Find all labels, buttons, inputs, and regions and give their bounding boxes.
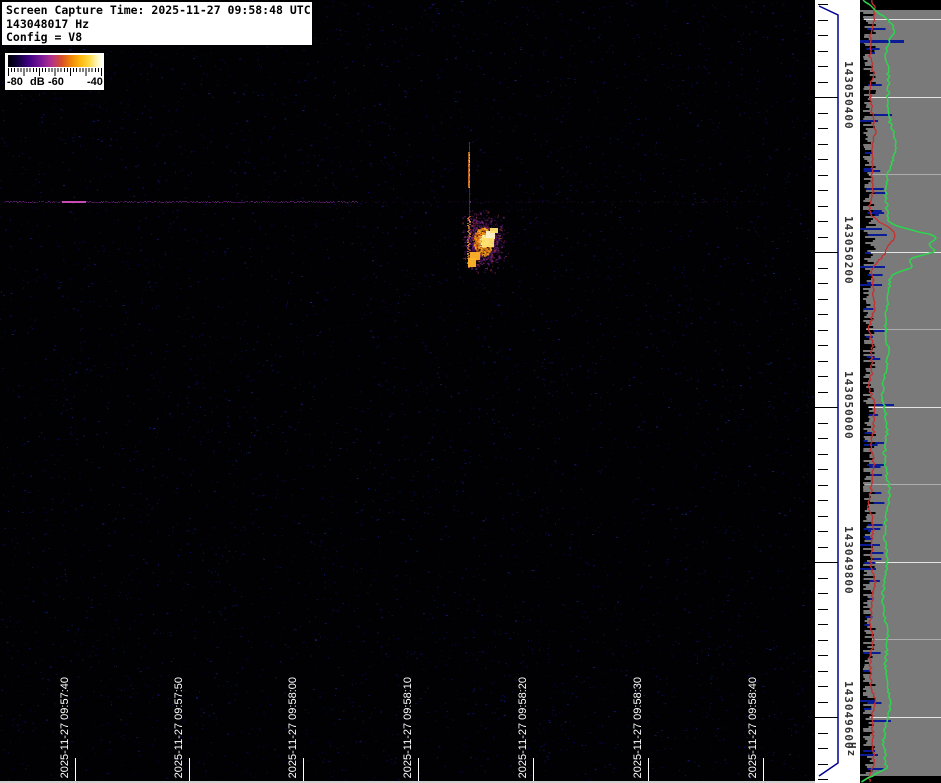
capture-time-text: Screen Capture Time: 2025-11-27 09:58:48…: [6, 4, 308, 18]
live-spectrum-panel-canvas: [860, 0, 941, 783]
colorbar-label-unit: dB: [30, 76, 45, 89]
colorbar-label-max: -40: [87, 76, 103, 89]
config-text: Config = V8: [6, 31, 308, 45]
spectrogram-app-window: 2025-11-27 09:57:402025-11-27 09:57:5020…: [0, 0, 941, 783]
colorbar-minor-ticks: [8, 68, 102, 72]
colorbar-label-mid: -60: [48, 76, 64, 89]
colorbar-gradient: [8, 55, 101, 67]
colorbar-label-min: -80: [7, 76, 23, 89]
colorbar-box: -80 dB -60 -40: [4, 52, 105, 91]
frequency-text: 143048017 Hz: [6, 18, 308, 32]
frequency-axis: Hz 1430504001430502001430500001430498001…: [815, 0, 860, 783]
waterfall-spectrogram-canvas: [0, 0, 815, 783]
capture-info-box: Screen Capture Time: 2025-11-27 09:58:48…: [1, 1, 313, 46]
axis-frame-line: [815, 0, 860, 783]
